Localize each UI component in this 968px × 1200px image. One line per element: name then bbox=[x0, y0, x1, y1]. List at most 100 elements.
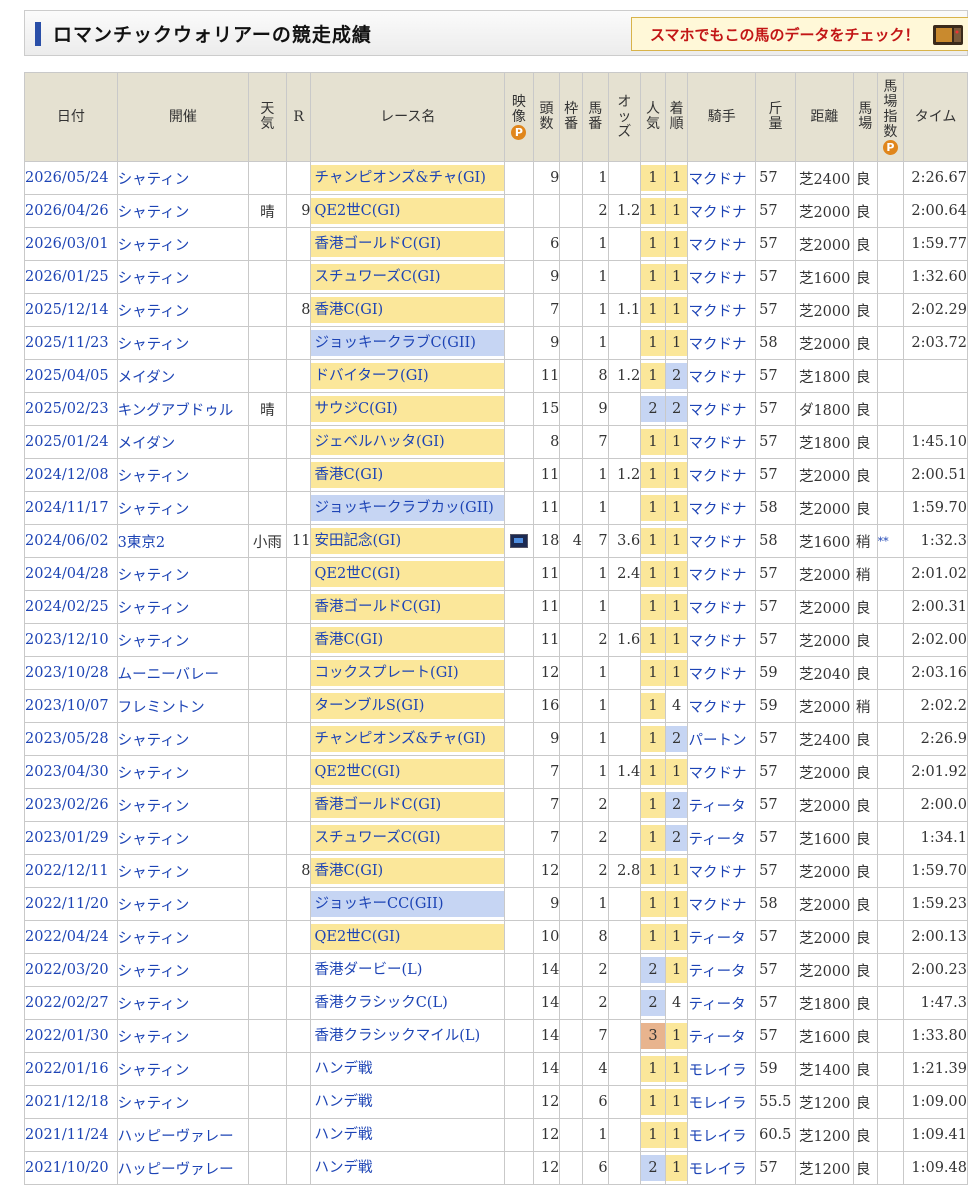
race-date-link[interactable]: 2026/05/24 bbox=[24, 161, 118, 195]
speed-index-link[interactable] bbox=[876, 887, 905, 921]
speed-index-link[interactable] bbox=[876, 326, 905, 360]
race-name-link[interactable]: ジョッキーCC(GII) bbox=[311, 891, 504, 917]
speed-index-link[interactable] bbox=[876, 755, 905, 789]
speed-index-link[interactable] bbox=[876, 854, 905, 888]
jockey-link[interactable]: マクドナ bbox=[687, 557, 757, 591]
venue-link[interactable]: キングアブドゥル bbox=[116, 392, 250, 426]
jockey-link[interactable]: ティータ bbox=[687, 788, 757, 822]
jockey-link[interactable]: マクドナ bbox=[687, 326, 757, 360]
jockey-link[interactable]: マクドナ bbox=[687, 194, 757, 228]
race-date-link[interactable]: 2022/12/11 bbox=[24, 854, 118, 888]
venue-link[interactable]: シャティン bbox=[116, 260, 250, 294]
race-date-link[interactable]: 2023/04/30 bbox=[24, 755, 118, 789]
speed-index-link[interactable] bbox=[876, 986, 905, 1020]
speed-index-link[interactable] bbox=[876, 194, 905, 228]
race-date-link[interactable]: 2021/12/18 bbox=[24, 1085, 118, 1119]
race-name-link[interactable]: 香港C(GI) bbox=[311, 627, 504, 653]
venue-link[interactable]: フレミントン bbox=[116, 689, 250, 723]
race-date-link[interactable]: 2023/02/26 bbox=[24, 788, 118, 822]
speed-index-link[interactable] bbox=[876, 821, 905, 855]
speed-index-link[interactable] bbox=[876, 689, 905, 723]
venue-link[interactable]: シャティン bbox=[116, 821, 250, 855]
speed-index-link[interactable]: ** bbox=[876, 524, 905, 558]
race-date-link[interactable]: 2023/12/10 bbox=[24, 623, 118, 657]
race-date-link[interactable]: 2024/12/08 bbox=[24, 458, 118, 492]
race-date-link[interactable]: 2022/04/24 bbox=[24, 920, 118, 954]
jockey-link[interactable]: マクドナ bbox=[687, 590, 757, 624]
venue-link[interactable]: シャティン bbox=[116, 623, 250, 657]
race-date-link[interactable]: 2026/01/25 bbox=[24, 260, 118, 294]
speed-index-link[interactable] bbox=[876, 359, 905, 393]
race-date-link[interactable]: 2023/10/28 bbox=[24, 656, 118, 690]
jockey-link[interactable]: マクドナ bbox=[687, 458, 757, 492]
jockey-link[interactable]: モレイラ bbox=[687, 1151, 757, 1185]
race-name-link[interactable]: 香港ゴールドC(GI) bbox=[311, 231, 504, 257]
speed-index-link[interactable] bbox=[876, 1151, 905, 1185]
race-date-link[interactable]: 2024/06/02 bbox=[24, 524, 118, 558]
speed-index-link[interactable] bbox=[876, 722, 905, 756]
race-name-link[interactable]: ターンブルS(GI) bbox=[311, 693, 504, 719]
venue-link[interactable]: シャティン bbox=[116, 953, 250, 987]
race-name-link[interactable]: ハンデ戦 bbox=[312, 1155, 504, 1181]
race-name-link[interactable]: ハンデ戦 bbox=[312, 1056, 504, 1082]
jockey-link[interactable]: マクドナ bbox=[687, 755, 757, 789]
race-date-link[interactable]: 2025/12/14 bbox=[24, 293, 118, 327]
race-date-link[interactable]: 2025/04/05 bbox=[24, 359, 118, 393]
jockey-link[interactable]: マクドナ bbox=[687, 491, 757, 525]
race-date-link[interactable]: 2025/02/23 bbox=[24, 392, 118, 426]
race-name-link[interactable]: 香港クラシックマイル(L) bbox=[312, 1023, 504, 1049]
race-date-link[interactable]: 2023/05/28 bbox=[24, 722, 118, 756]
jockey-link[interactable]: マクドナ bbox=[687, 293, 757, 327]
race-name-link[interactable]: QE2世C(GI) bbox=[311, 198, 504, 224]
venue-link[interactable]: シャティン bbox=[116, 227, 250, 261]
race-name-link[interactable]: 香港クラシックC(L) bbox=[312, 990, 504, 1016]
smartphone-banner-text[interactable]: スマホでもこの馬のデータをチェック！ bbox=[650, 24, 920, 45]
race-name-link[interactable]: ハンデ戦 bbox=[312, 1122, 504, 1148]
race-name-link[interactable]: 香港ゴールドC(GI) bbox=[311, 594, 504, 620]
speed-index-link[interactable] bbox=[876, 425, 905, 459]
speed-index-link[interactable] bbox=[876, 1118, 905, 1152]
speed-index-link[interactable] bbox=[876, 161, 905, 195]
jockey-link[interactable]: マクドナ bbox=[687, 623, 757, 657]
race-name-link[interactable]: QE2世C(GI) bbox=[311, 924, 504, 950]
jockey-link[interactable]: マクドナ bbox=[687, 425, 757, 459]
venue-link[interactable]: シャティン bbox=[116, 986, 250, 1020]
venue-link[interactable]: シャティン bbox=[116, 722, 250, 756]
jockey-link[interactable]: ティータ bbox=[687, 986, 757, 1020]
jockey-link[interactable]: マクドナ bbox=[687, 260, 757, 294]
venue-link[interactable]: シャティン bbox=[116, 326, 250, 360]
speed-index-link[interactable] bbox=[876, 227, 905, 261]
venue-link[interactable]: ハッピーヴァレー bbox=[116, 1118, 250, 1152]
jockey-link[interactable]: ティータ bbox=[687, 1019, 757, 1053]
speed-index-link[interactable] bbox=[876, 788, 905, 822]
race-date-link[interactable]: 2022/03/20 bbox=[24, 953, 118, 987]
speed-index-link[interactable] bbox=[876, 557, 905, 591]
jockey-link[interactable]: モレイラ bbox=[687, 1052, 757, 1086]
race-date-link[interactable]: 2025/11/23 bbox=[24, 326, 118, 360]
race-name-link[interactable]: 安田記念(GI) bbox=[311, 528, 504, 554]
venue-link[interactable]: 3東京2 bbox=[116, 524, 250, 558]
smartphone-banner[interactable]: スマホでもこの馬のデータをチェック！ bbox=[631, 17, 968, 51]
race-date-link[interactable]: 2024/04/28 bbox=[24, 557, 118, 591]
race-name-link[interactable]: ドバイターフ(GI) bbox=[311, 363, 504, 389]
venue-link[interactable]: シャティン bbox=[116, 590, 250, 624]
speed-index-link[interactable] bbox=[876, 656, 905, 690]
race-name-link[interactable]: ジョッキークラブカッ(GII) bbox=[311, 495, 504, 521]
race-name-link[interactable]: ハンデ戦 bbox=[312, 1089, 504, 1115]
jockey-link[interactable]: ティータ bbox=[687, 953, 757, 987]
venue-link[interactable]: シャティン bbox=[116, 755, 250, 789]
speed-index-link[interactable] bbox=[876, 1052, 905, 1086]
venue-link[interactable]: シャティン bbox=[116, 1019, 250, 1053]
race-date-link[interactable]: 2021/11/24 bbox=[24, 1118, 118, 1152]
speed-index-link[interactable] bbox=[876, 953, 905, 987]
venue-link[interactable]: シャティン bbox=[116, 788, 250, 822]
race-name-link[interactable]: ジェベルハッタ(GI) bbox=[311, 429, 504, 455]
speed-index-link[interactable] bbox=[876, 1019, 905, 1053]
jockey-link[interactable]: モレイラ bbox=[687, 1085, 757, 1119]
jockey-link[interactable]: マクドナ bbox=[687, 689, 757, 723]
race-date-link[interactable]: 2022/11/20 bbox=[24, 887, 118, 921]
race-name-link[interactable]: サウジC(GI) bbox=[311, 396, 504, 422]
jockey-link[interactable]: マクドナ bbox=[687, 392, 757, 426]
venue-link[interactable]: シャティン bbox=[116, 161, 250, 195]
speed-index-link[interactable] bbox=[876, 1085, 905, 1119]
